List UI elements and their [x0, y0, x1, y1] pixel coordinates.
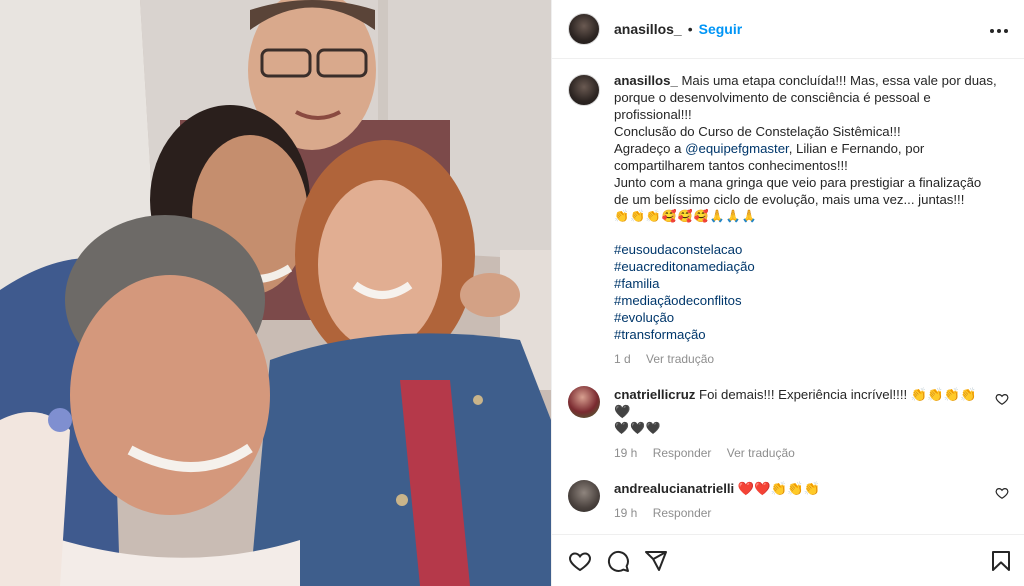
- comment-timestamp: 19 h: [614, 506, 638, 520]
- caption-emojis: 👏👏👏🥰🥰🥰🙏🙏🙏: [614, 209, 758, 223]
- caption-text-line: profissional!!!: [614, 107, 692, 122]
- comment-text: 🖤🖤🖤: [614, 421, 662, 435]
- comments-section[interactable]: anasillos_ Mais uma etapa concluída!!! M…: [552, 60, 1024, 530]
- like-comment-heart-icon[interactable]: [995, 486, 1009, 500]
- comment-item: cnatriellicruz Foi demais!!! Experiência…: [568, 386, 1009, 462]
- post-photo[interactable]: [0, 0, 551, 586]
- heart-icon[interactable]: [568, 549, 592, 573]
- caption-text-line: Agradeço a: [614, 141, 686, 156]
- caption-avatar[interactable]: [568, 74, 600, 106]
- hashtag-link[interactable]: #transformação: [614, 326, 1004, 343]
- post-action-bar: [552, 534, 1024, 586]
- commenter-avatar[interactable]: [568, 480, 600, 512]
- caption-text-line: Mais uma etapa concluída!!! Mas, essa va…: [677, 73, 997, 88]
- reply-button[interactable]: Responder: [653, 506, 712, 520]
- commenter-username[interactable]: andrealucianatrielli: [614, 481, 734, 496]
- follow-button[interactable]: Seguir: [699, 21, 743, 37]
- hashtag-link[interactable]: #evolução: [614, 309, 1004, 326]
- share-icon[interactable]: [644, 549, 668, 573]
- post-details-panel: anasillos_ • Seguir anasillos_ Mais uma …: [551, 0, 1024, 586]
- caption-text-line: porque o desenvolvimento de consciência …: [614, 90, 931, 105]
- caption-username[interactable]: anasillos_: [614, 73, 678, 88]
- comment-icon[interactable]: [606, 549, 630, 573]
- comment-text: ❤️❤️👏👏👏: [734, 481, 820, 496]
- caption-text-line: , Lilian e Fernando, por: [788, 141, 925, 156]
- header-separator: •: [687, 21, 693, 37]
- post-header: anasillos_ • Seguir: [552, 0, 1024, 59]
- comment-item: andrealucianatrielli ❤️❤️👏👏👏 19 h Respon…: [568, 480, 1009, 522]
- caption-text-line: compartilharem tantos conhecimentos!!!: [614, 158, 848, 173]
- caption-text-line: Conclusão do Curso de Constelação Sistêm…: [614, 124, 901, 139]
- commenter-username[interactable]: cnatriellicruz: [614, 387, 695, 402]
- author-username[interactable]: anasillos_: [614, 21, 682, 37]
- hashtag-link[interactable]: #familia: [614, 275, 1004, 292]
- like-comment-heart-icon[interactable]: [995, 392, 1009, 406]
- commenter-avatar[interactable]: [568, 386, 600, 418]
- bookmark-icon[interactable]: [989, 549, 1013, 573]
- mention-link[interactable]: @equipefgmaster: [685, 141, 789, 156]
- caption-text-line: Junto com a mana gringa que veio para pr…: [614, 175, 982, 190]
- hashtag-link[interactable]: #eusoudaconstelacao: [614, 241, 1004, 258]
- caption-text-line: de um belíssimo ciclo de evolução, mais …: [614, 192, 965, 207]
- comment-meta: 19 h Responder Ver tradução: [614, 445, 986, 462]
- instagram-post-view: anasillos_ • Seguir anasillos_ Mais uma …: [0, 0, 1024, 586]
- reply-button[interactable]: Responder: [653, 446, 712, 460]
- hashtag-link[interactable]: #euacreditonamediação: [614, 258, 1004, 275]
- post-caption: anasillos_ Mais uma etapa concluída!!! M…: [568, 72, 1009, 368]
- selfie-illustration: [0, 0, 551, 586]
- comment-meta: 19 h Responder: [614, 505, 986, 522]
- comment-timestamp: 19 h: [614, 446, 638, 460]
- hashtag-link[interactable]: #mediaçãodeconflitos: [614, 292, 1004, 309]
- caption-meta: 1 d Ver tradução: [614, 351, 1004, 368]
- caption-timestamp[interactable]: 1 d: [614, 352, 631, 366]
- translate-link[interactable]: Ver tradução: [727, 446, 795, 460]
- author-avatar[interactable]: [568, 13, 600, 45]
- translate-link[interactable]: Ver tradução: [646, 352, 714, 366]
- more-options-icon[interactable]: [989, 19, 1009, 37]
- hashtag-list: #eusoudaconstelacao #euacreditonamediaçã…: [614, 241, 1004, 343]
